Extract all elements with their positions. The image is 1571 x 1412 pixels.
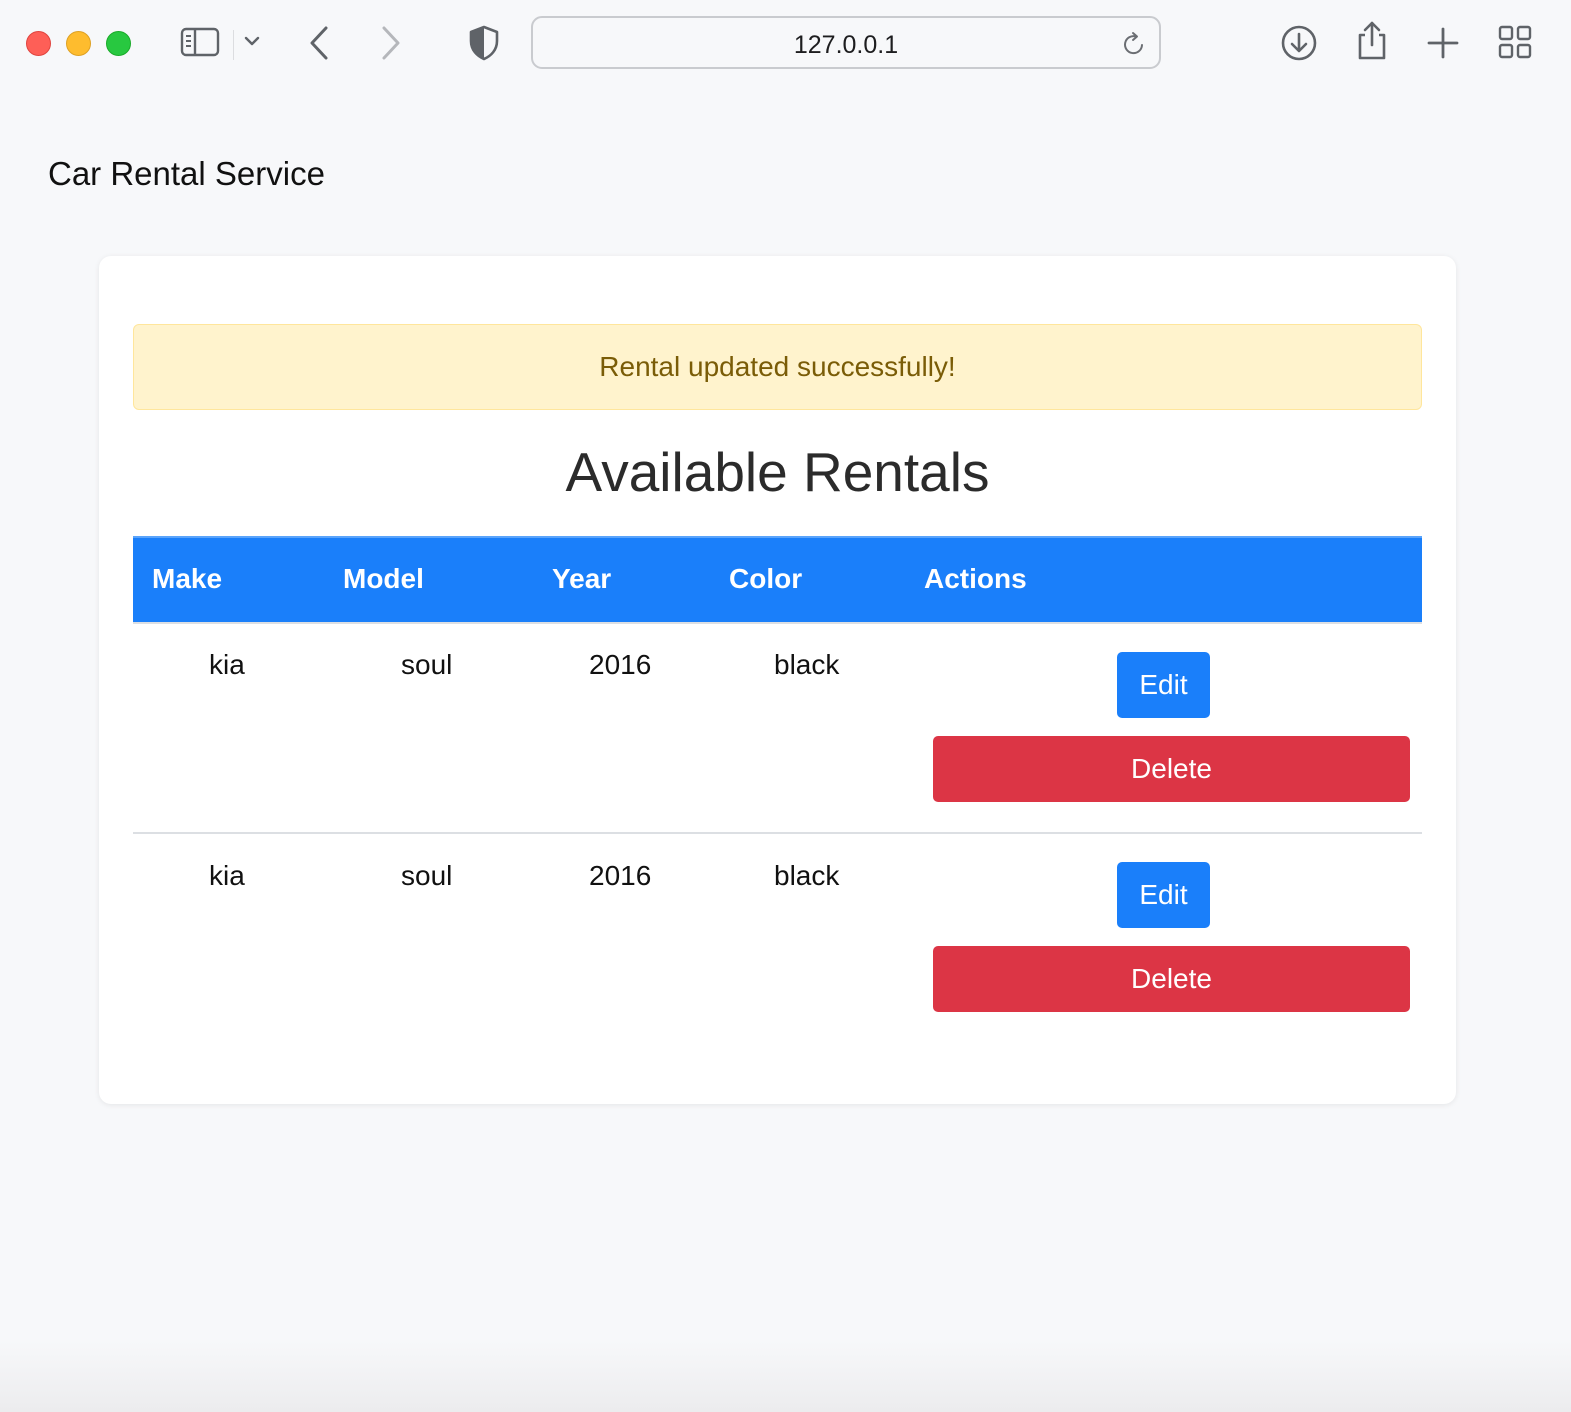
delete-button[interactable]: Delete <box>933 736 1410 802</box>
cell-year: 2016 <box>589 649 652 680</box>
sidebar-icon[interactable] <box>180 26 220 58</box>
cell-color: black <box>774 649 840 680</box>
column-header-color: Color <box>729 563 803 594</box>
rentals-card: Rental updated successfully! Available R… <box>99 256 1456 1104</box>
header-divider <box>133 622 1422 624</box>
edit-button[interactable]: Edit <box>1117 862 1210 928</box>
chevron-down-icon[interactable] <box>243 34 261 48</box>
table-header: Make Model Year Color Actions <box>133 536 1422 622</box>
cell-make: kia <box>209 649 245 680</box>
download-icon[interactable] <box>1280 24 1318 62</box>
close-window-button[interactable] <box>26 31 51 56</box>
chevron-right-icon[interactable] <box>376 24 404 62</box>
cell-model: soul <box>401 649 453 680</box>
share-icon[interactable] <box>1354 20 1390 62</box>
cell-make: kia <box>209 860 245 891</box>
success-alert: Rental updated successfully! <box>133 324 1422 410</box>
column-header-make: Make <box>152 563 223 594</box>
delete-button[interactable]: Delete <box>933 946 1410 1012</box>
cell-color: black <box>774 860 840 891</box>
shield-icon[interactable] <box>468 24 500 62</box>
column-header-model: Model <box>343 563 424 594</box>
zoom-window-button[interactable] <box>106 31 131 56</box>
column-header-year: Year <box>552 563 612 594</box>
site-brand[interactable]: Car Rental Service <box>48 155 325 193</box>
browser-toolbar: 127.0.0.1 <box>0 0 1571 86</box>
alert-message: Rental updated successfully! <box>599 351 956 382</box>
chevron-left-icon[interactable] <box>306 24 334 62</box>
reload-icon[interactable] <box>1121 30 1147 63</box>
plus-icon[interactable] <box>1426 26 1460 60</box>
minimize-window-button[interactable] <box>66 31 91 56</box>
column-header-actions: Actions <box>924 563 1027 594</box>
row-divider <box>133 832 1422 834</box>
grid-icon[interactable] <box>1498 25 1532 59</box>
cell-year: 2016 <box>589 860 652 891</box>
page-title: Available Rentals <box>565 441 990 503</box>
address-bar[interactable]: 127.0.0.1 <box>531 16 1161 69</box>
cell-model: soul <box>401 860 453 891</box>
toolbar-divider <box>233 30 234 60</box>
window-bottom-edge <box>0 1340 1571 1412</box>
edit-button[interactable]: Edit <box>1117 652 1210 718</box>
url-text[interactable]: 127.0.0.1 <box>533 31 1159 60</box>
